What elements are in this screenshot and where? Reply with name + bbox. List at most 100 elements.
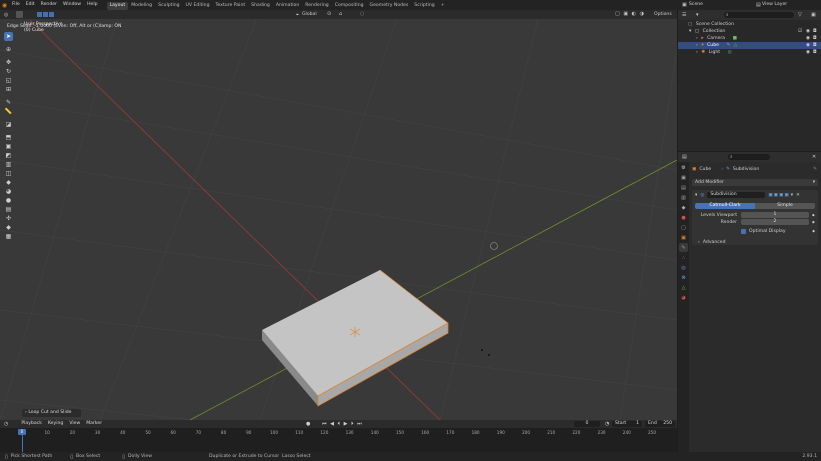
menu-keying[interactable]: Keying <box>45 420 66 428</box>
outliner-item-light[interactable]: › ✺ Light ◎ ◉ ◘ <box>678 49 821 56</box>
start-frame-field[interactable]: Start 1 <box>612 421 642 427</box>
menu-view[interactable]: View <box>66 420 83 428</box>
select-box-icon[interactable]: ➤ <box>4 32 13 41</box>
tab-scripting[interactable]: Scripting <box>411 2 437 10</box>
knife-tool-icon[interactable]: ◫ <box>4 169 13 178</box>
spin-tool-icon[interactable]: ◕ <box>4 187 13 196</box>
clock-icon[interactable]: ◔ <box>605 421 609 427</box>
cage-toggle-icon[interactable]: ▣ <box>774 193 778 198</box>
outliner-scene-collection[interactable]: ▢ Scene Collection <box>678 21 821 28</box>
world-tab-icon[interactable]: ● <box>679 213 688 222</box>
current-frame-field[interactable]: 0 <box>574 421 600 427</box>
inset-tool-icon[interactable]: ▣ <box>4 142 13 151</box>
light-icon[interactable] <box>481 349 483 351</box>
properties-search-input[interactable]: ⌕ <box>728 154 770 160</box>
outliner-item-camera[interactable]: › ▸ Camera ■ ◉ ◘ <box>678 35 821 42</box>
snap-icon[interactable]: ⌂ <box>339 11 342 17</box>
render-toggle-icon[interactable]: ▣ <box>784 193 788 198</box>
3d-cursor-icon[interactable] <box>490 242 498 250</box>
camera-visibility-icon[interactable]: ◘ <box>813 42 817 49</box>
menu-file[interactable]: File <box>9 0 23 10</box>
edit-mode-icon[interactable] <box>16 11 24 18</box>
menu-render[interactable]: Render <box>38 0 60 10</box>
extrude-tool-icon[interactable]: ⬒ <box>4 133 13 142</box>
orientation-icon[interactable]: ⌖ <box>296 12 299 18</box>
add-cube-tool-icon[interactable]: ◪ <box>4 120 13 129</box>
transform-tool-icon[interactable]: ⊞ <box>4 85 13 94</box>
view-layer-tab-icon[interactable]: ▥ <box>679 193 688 202</box>
outliner-editor-icon[interactable]: ☰ <box>682 12 686 18</box>
new-collection-icon[interactable]: ▣ <box>811 12 816 18</box>
rotate-tool-icon[interactable]: ↻ <box>4 67 13 76</box>
constraints-tab-icon[interactable]: ⊗ <box>679 273 688 282</box>
overlay-icons[interactable]: ▢ ▣ ◐ ◑ <box>615 11 645 17</box>
rip-tool-icon[interactable]: ▦ <box>4 232 13 241</box>
add-modifier-button[interactable]: Add Modifier ▾ <box>692 179 818 186</box>
filter-icon[interactable]: ▽ <box>798 12 802 18</box>
collapse-icon[interactable]: ▾ <box>695 193 697 198</box>
pivot-icon[interactable]: ⊙ <box>327 11 331 17</box>
vertex-select-icon[interactable] <box>37 12 43 17</box>
expand-icon[interactable]: › <box>696 36 698 41</box>
pin-icon[interactable]: ✕ <box>812 154 816 160</box>
particles-tab-icon[interactable]: ∴ <box>679 253 688 262</box>
measure-tool-icon[interactable]: 📏 <box>4 107 13 116</box>
menu-edit[interactable]: Edit <box>23 0 38 10</box>
collection-tab-icon[interactable]: ▢ <box>679 223 688 232</box>
tab-sculpting[interactable]: Sculpting <box>155 2 182 10</box>
camera-visibility-icon[interactable]: ◘ <box>813 28 817 35</box>
outliner-collection[interactable]: ▾ ▢ Collection ☑ ◉ ◘ <box>678 28 821 35</box>
eye-icon[interactable]: ◉ <box>806 49 810 56</box>
view-layer-selector[interactable]: View Layer <box>762 0 787 10</box>
output-tab-icon[interactable]: ▤ <box>679 183 688 192</box>
physics-tab-icon[interactable]: ◎ <box>679 263 688 272</box>
scene-tab-icon[interactable]: ◆ <box>679 203 688 212</box>
scale-tool-icon[interactable]: ◱ <box>4 76 13 85</box>
tab-shading[interactable]: Shading <box>248 2 273 10</box>
levels-viewport-field[interactable]: 1 <box>741 212 809 218</box>
tab-modeling[interactable]: Modeling <box>128 2 155 10</box>
properties-editor-icon[interactable]: ▤ <box>682 154 687 160</box>
outliner-search-input[interactable]: ⌕ <box>724 12 794 18</box>
loop-cut-tool-icon[interactable]: ▥ <box>4 160 13 169</box>
tab-geometry-nodes[interactable]: Geometry Nodes <box>367 2 412 10</box>
camera-visibility-icon[interactable]: ◘ <box>813 35 817 42</box>
edge-slide-tool-icon[interactable]: ▤ <box>4 205 13 214</box>
smooth-tool-icon[interactable]: ● <box>4 196 13 205</box>
camera-icon[interactable] <box>488 354 490 356</box>
expand-icon[interactable]: › <box>696 50 698 55</box>
render-levels-field[interactable]: 2 <box>741 219 809 225</box>
modifier-tab-icon[interactable]: ✎ <box>679 243 688 252</box>
view-layer-icon[interactable]: ▤ <box>756 2 761 8</box>
playback-controls[interactable]: ⏮ ◀ ⏴ ▶ ⏵ ⏭ <box>322 421 363 427</box>
tab-compositing[interactable]: Compositing <box>332 2 367 10</box>
proportional-edit-icon[interactable]: ◌ <box>360 11 364 17</box>
collection-expand-icon[interactable]: ▾ <box>689 29 691 34</box>
menu-window[interactable]: Window <box>60 0 84 10</box>
camera-visibility-icon[interactable]: ◘ <box>813 49 817 56</box>
keyframe-dot-icon[interactable]: ◆ <box>812 220 815 224</box>
eye-icon[interactable]: ◉ <box>806 35 810 42</box>
pin-icon[interactable]: ✎ <box>813 167 817 172</box>
data-tab-icon[interactable]: △ <box>679 283 688 292</box>
blender-logo-icon[interactable]: ◉ <box>0 0 9 10</box>
move-tool-icon[interactable]: ✥ <box>4 58 13 67</box>
scene-selector[interactable]: Scene <box>689 0 703 10</box>
eye-icon[interactable]: ◉ <box>806 28 810 35</box>
render-tab-icon[interactable]: ▣ <box>679 173 688 182</box>
add-workspace-button[interactable]: + <box>438 2 448 10</box>
display-mode-icon[interactable]: ▾ <box>696 12 699 18</box>
menu-playback[interactable]: Playback <box>18 420 45 428</box>
catmull-clark-button[interactable]: Catmull-Clark <box>695 203 755 209</box>
optimal-display-checkbox[interactable] <box>741 228 746 234</box>
modifier-menu-icon[interactable]: ▾ <box>791 193 793 198</box>
checkbox-icon[interactable]: ☑ <box>798 28 802 35</box>
tool-tab-icon[interactable]: ⚙ <box>679 163 688 172</box>
shrink-tool-icon[interactable]: ✣ <box>4 214 13 223</box>
viewport-canvas[interactable] <box>0 10 677 420</box>
options-button[interactable]: Options <box>654 10 672 19</box>
edge-select-icon[interactable] <box>43 12 49 17</box>
timeline-editor-icon[interactable]: ◷ <box>4 421 8 427</box>
simple-button[interactable]: Simple <box>755 203 815 209</box>
face-select-icon[interactable] <box>49 12 55 17</box>
